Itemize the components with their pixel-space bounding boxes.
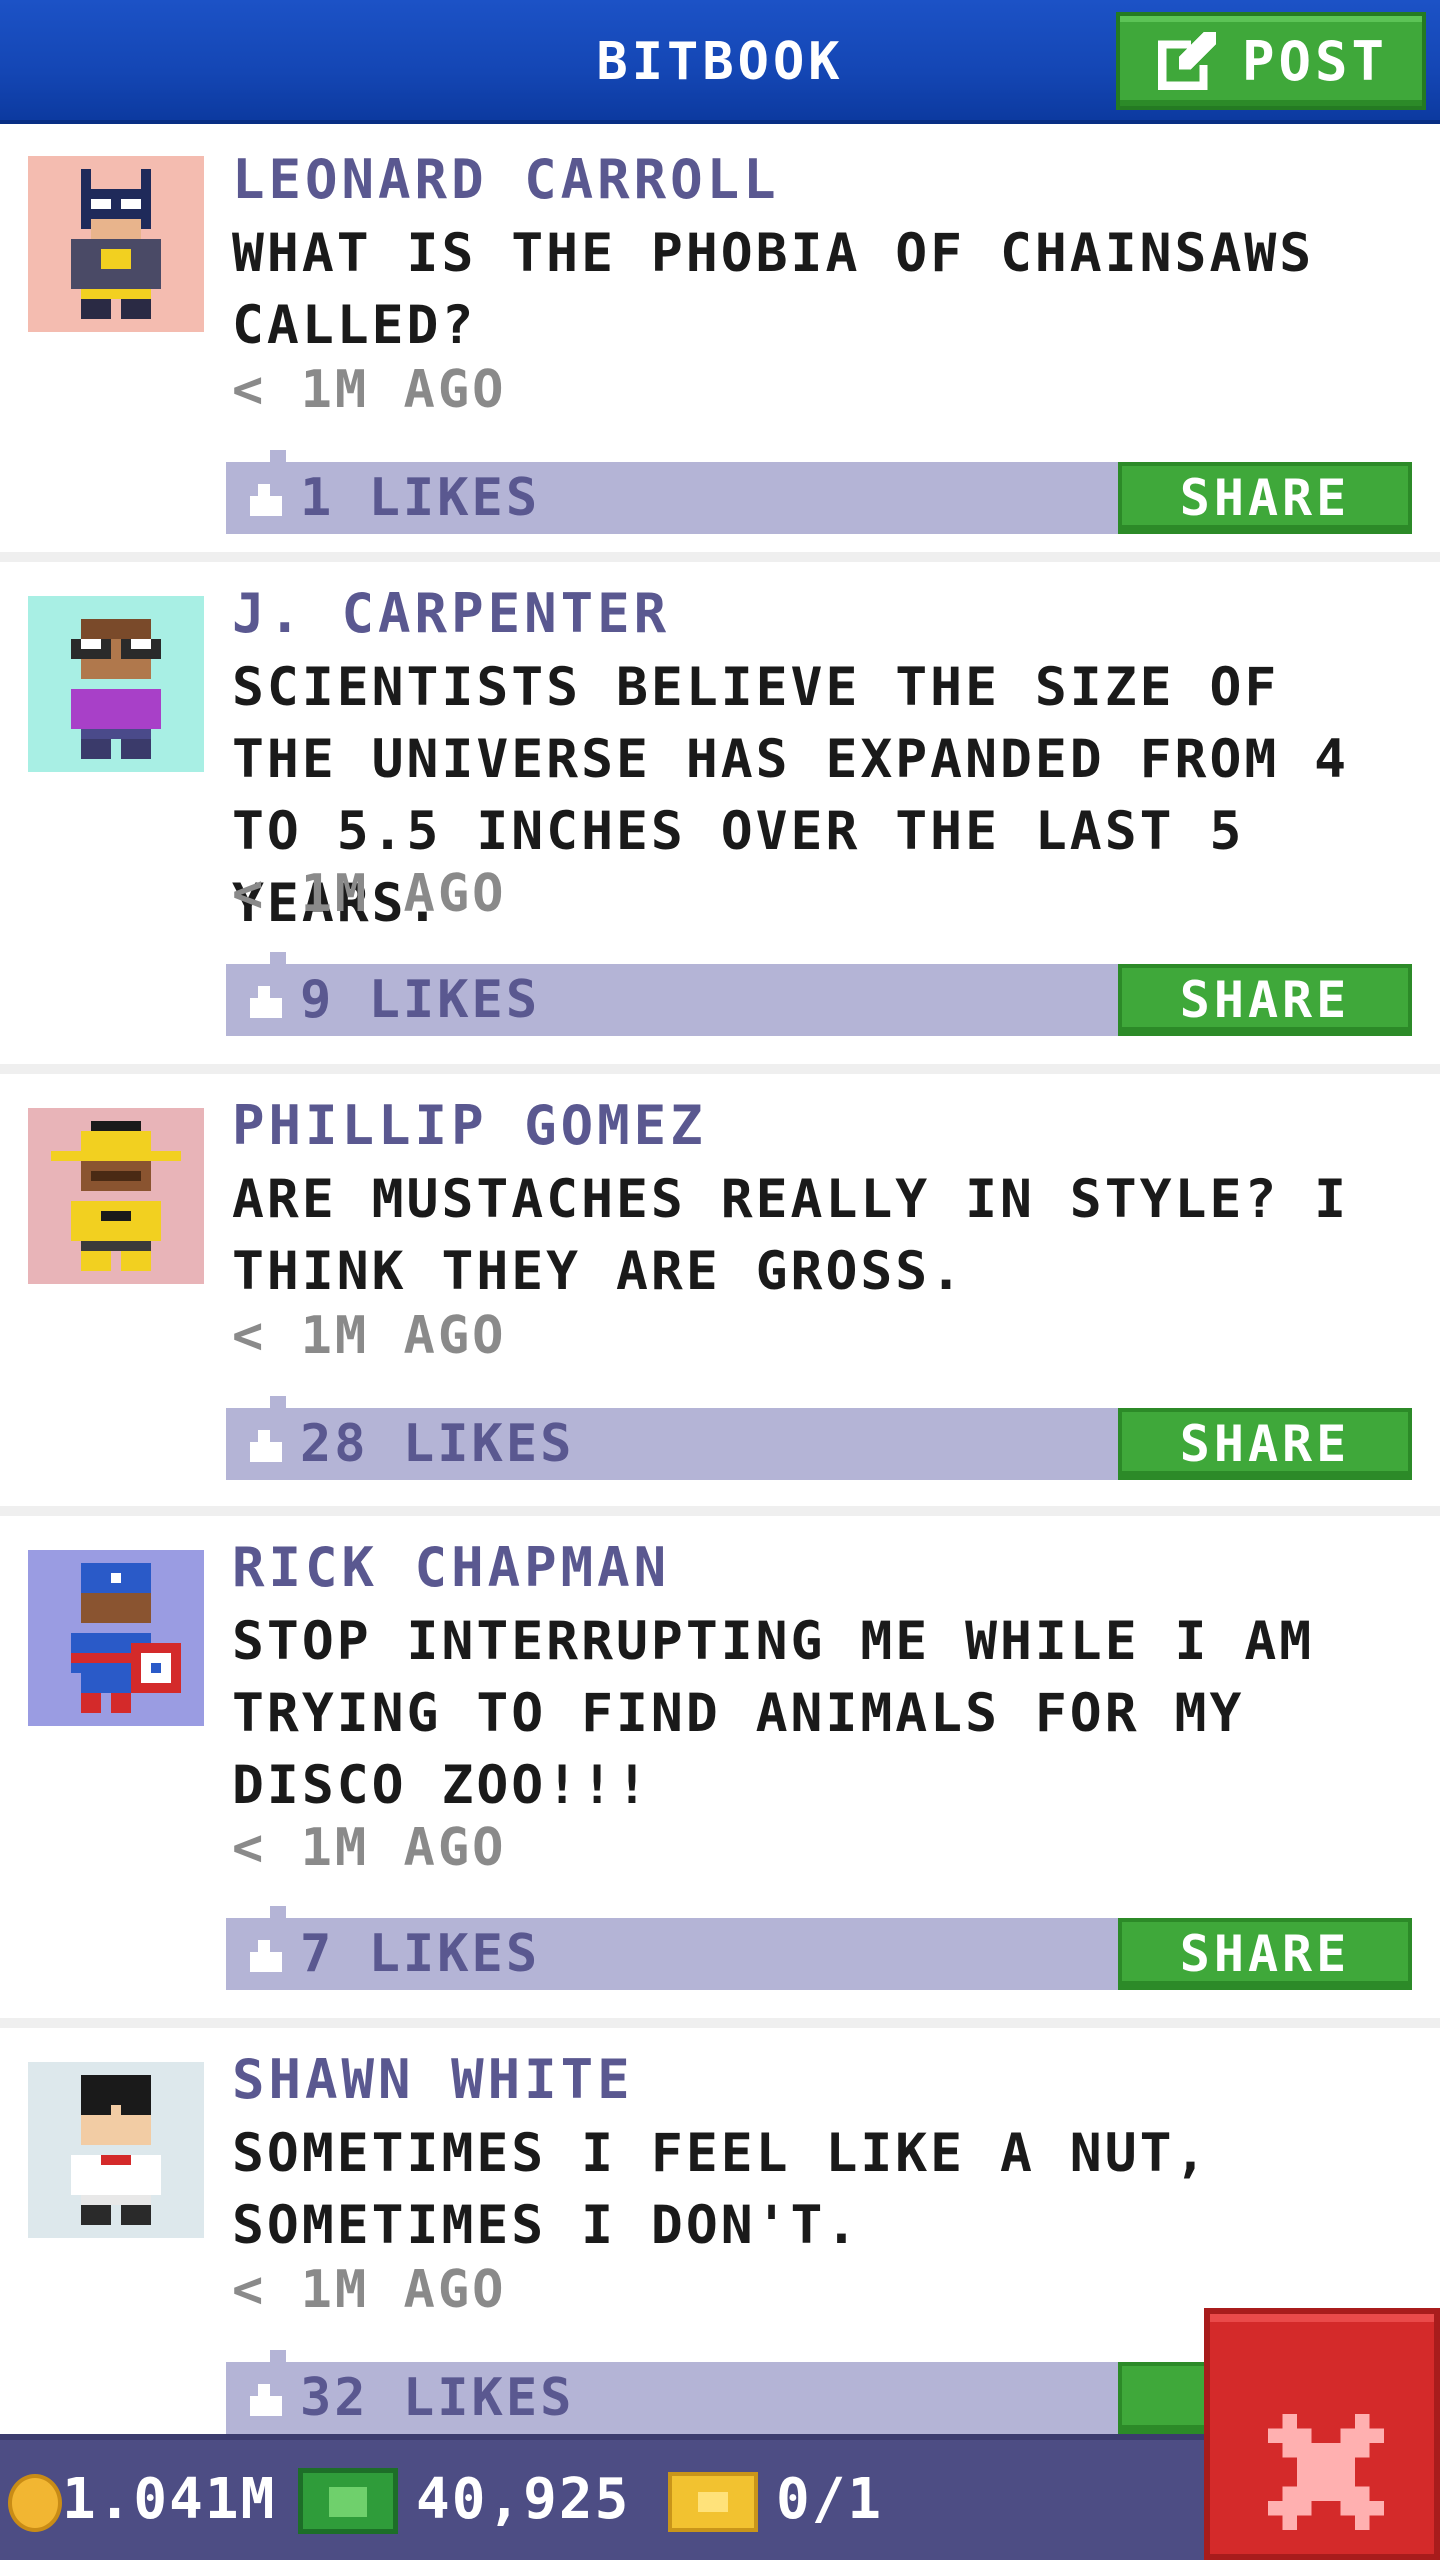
post-text: SOMETIMES I FEEL LIKE A NUT, SOMETIMES I… <box>232 2123 1210 2256</box>
share-button[interactable]: SHARE <box>1118 1918 1412 1990</box>
like-bar[interactable]: 1 LIKES SHARE <box>226 450 1412 534</box>
bux-icon <box>298 2468 398 2534</box>
post-text: WHAT IS THE PHOBIA OF CHAINSAWS CALLED? <box>232 223 1315 356</box>
post-author[interactable]: SHAWN WHITE <box>232 2048 634 2111</box>
like-icon <box>250 986 282 1018</box>
share-button[interactable]: SHARE <box>1118 1408 1412 1480</box>
post-time: < 1M AGO <box>232 2260 507 2320</box>
avatar[interactable] <box>28 156 204 332</box>
like-bar[interactable]: 9 LIKES SHARE <box>226 952 1412 1036</box>
close-button[interactable] <box>1204 2308 1440 2560</box>
post-time: < 1M AGO <box>232 864 507 924</box>
batman-avatar-icon <box>71 169 161 319</box>
post-author[interactable]: PHILLIP GOMEZ <box>232 1094 707 1157</box>
like-bar[interactable]: 7 LIKES SHARE <box>226 1906 1412 1990</box>
coin-icon <box>8 2474 62 2532</box>
bux-value: 40,925 <box>416 2467 631 2532</box>
post-time: < 1M AGO <box>232 360 507 420</box>
likes-count: 1 LIKES <box>300 468 541 528</box>
post-text: ARE MUSTACHES REALLY IN STYLE? I THINK T… <box>232 1169 1350 1302</box>
post-feed[interactable]: LEONARD CARROLL WHAT IS THE PHOBIA OF CH… <box>0 128 1440 2448</box>
compose-icon <box>1158 32 1216 90</box>
avatar[interactable] <box>28 2062 204 2238</box>
post-author[interactable]: LEONARD CARROLL <box>232 148 780 211</box>
likes-count: 28 LIKES <box>300 1414 575 1474</box>
post-button[interactable]: POST <box>1116 12 1426 110</box>
close-icon <box>1268 2414 1384 2530</box>
like-icon <box>250 484 282 516</box>
app-header: BITBOOK POST <box>0 0 1440 124</box>
share-button[interactable]: SHARE <box>1118 462 1412 534</box>
likes-count: 7 LIKES <box>300 1924 541 1984</box>
feed-post: PHILLIP GOMEZ ARE MUSTACHES REALLY IN ST… <box>0 1074 1440 1516</box>
feed-post: J. CARPENTER SCIENTISTS BELIEVE THE SIZE… <box>0 562 1440 1074</box>
feed-post: RICK CHAPMAN STOP INTERRUPTING ME WHILE … <box>0 1516 1440 2028</box>
post-time: < 1M AGO <box>232 1818 507 1878</box>
avatar[interactable] <box>28 1108 204 1284</box>
feed-post: LEONARD CARROLL WHAT IS THE PHOBIA OF CH… <box>0 128 1440 562</box>
post-time: < 1M AGO <box>232 1306 507 1366</box>
avatar[interactable] <box>28 596 204 772</box>
share-button[interactable]: SHARE <box>1118 964 1412 1036</box>
like-icon <box>250 1940 282 1972</box>
likes-count: 32 LIKES <box>300 2368 575 2428</box>
like-icon <box>250 2384 282 2416</box>
post-author[interactable]: RICK CHAPMAN <box>232 1536 670 1599</box>
sunglasses-man-avatar-icon <box>71 2075 161 2225</box>
post-author[interactable]: J. CARPENTER <box>232 582 670 645</box>
like-icon <box>250 1430 282 1462</box>
ticket-icon <box>668 2472 758 2532</box>
glasses-person-avatar-icon <box>71 619 161 759</box>
sombrero-man-avatar-icon <box>51 1121 181 1271</box>
likes-count: 9 LIKES <box>300 970 541 1030</box>
tickets-value: 0/1 <box>776 2467 884 2532</box>
post-button-label: POST <box>1241 29 1389 93</box>
avatar[interactable] <box>28 1550 204 1726</box>
coins-value: 1.041M <box>62 2467 277 2532</box>
like-bar[interactable]: 28 LIKES SHARE <box>226 1396 1412 1480</box>
post-text: STOP INTERRUPTING ME WHILE I AM TRYING T… <box>232 1611 1315 1816</box>
captain-avatar-icon <box>71 1563 181 1713</box>
